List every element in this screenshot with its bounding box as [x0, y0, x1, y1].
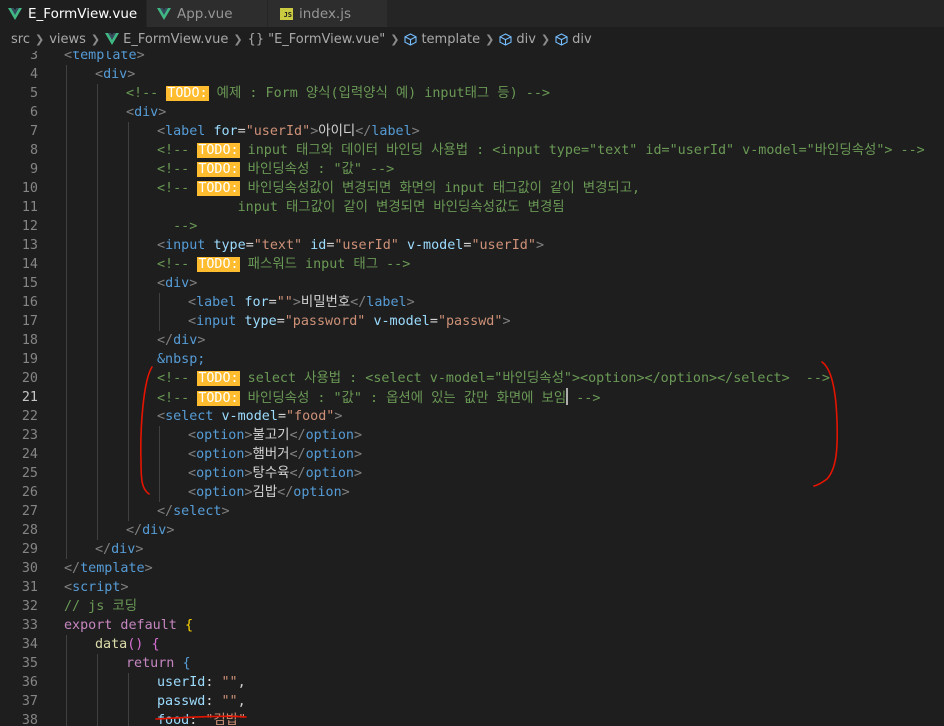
chevron-right-icon: ❯ [540, 32, 551, 46]
breadcrumb-div-inner-label: div [572, 31, 592, 47]
red-annotation-marks [140, 361, 839, 720]
element-cube-icon [499, 32, 512, 46]
breadcrumb-component[interactable]: {} "E_FormView.vue" [248, 32, 386, 47]
breadcrumb-src[interactable]: src [11, 32, 30, 47]
red-bracket-right [813, 361, 839, 487]
chevron-right-icon: ❯ [485, 32, 495, 46]
breadcrumb-template[interactable]: template [404, 32, 480, 47]
tab-label: App.vue [177, 5, 233, 22]
element-cube-icon [555, 32, 568, 46]
red-underline-food [155, 715, 247, 720]
chevron-right-icon: ❯ [390, 32, 400, 46]
breadcrumb-file[interactable]: E_FormView.vue [105, 32, 228, 47]
code-editor[interactable]: 3 <template> 4 <div> 5 <!-- TODO: 예제 : Form 양… [0, 51, 944, 726]
breadcrumb-div-label: div [516, 31, 536, 47]
breadcrumb-template-label: template [421, 31, 481, 47]
vue-icon [105, 33, 120, 45]
chevron-right-icon: ❯ [90, 32, 101, 46]
editor-tab-bar: E_FormView.vue App.vue JS index.js [0, 0, 944, 27]
braces-icon: {} [247, 31, 265, 47]
tab-label: index.js [299, 5, 352, 22]
js-icon: JS [280, 7, 293, 20]
chevron-right-icon: ❯ [34, 32, 45, 46]
tab-index-js[interactable]: JS index.js [268, 0, 388, 27]
breadcrumb-file-label: E_FormView.vue [123, 31, 229, 47]
breadcrumb-views[interactable]: views [49, 32, 86, 47]
breadcrumb: src ❯ views ❯ E_FormView.vue ❯ {} "E_For… [0, 27, 944, 51]
element-cube-icon [404, 32, 418, 46]
tab-label: E_FormView.vue [28, 5, 138, 22]
red-bracket-left [140, 366, 153, 495]
vue-icon [8, 7, 22, 20]
tab-app-vue[interactable]: App.vue [147, 0, 268, 27]
breadcrumb-div-inner[interactable]: div [555, 32, 592, 47]
breadcrumb-div[interactable]: div [499, 32, 536, 47]
chevron-right-icon: ❯ [233, 32, 243, 46]
vue-icon [157, 7, 171, 20]
breadcrumb-component-label: "E_FormView.vue" [268, 31, 386, 47]
tab-e-formview-vue[interactable]: E_FormView.vue [0, 0, 147, 27]
